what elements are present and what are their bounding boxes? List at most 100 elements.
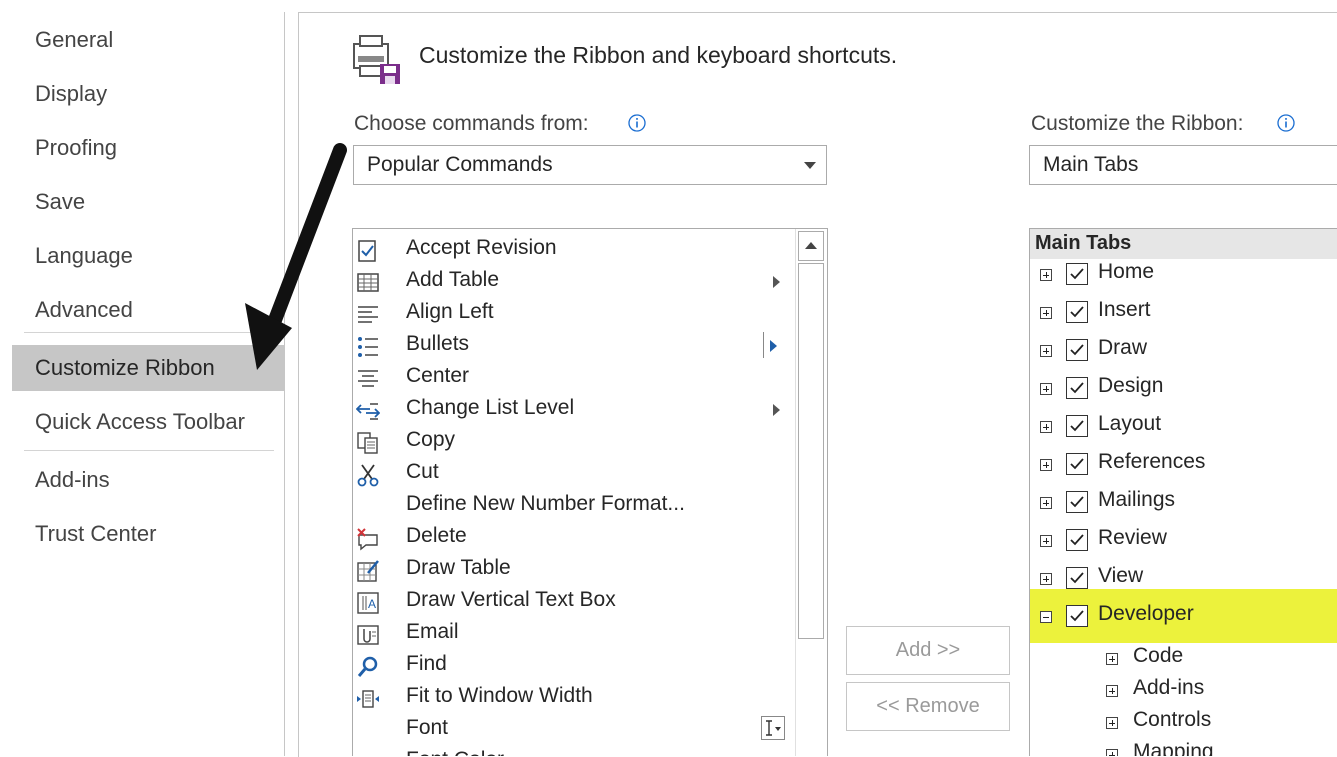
list-item[interactable]: Bullets xyxy=(353,330,793,362)
ribbon-tabs-tree[interactable]: Main Tabs Home Insert Draw Design Layout… xyxy=(1029,228,1337,756)
nav-item-language[interactable]: Language xyxy=(12,233,284,279)
scroll-thumb[interactable] xyxy=(798,263,824,639)
list-item[interactable]: Align Left xyxy=(353,298,793,330)
list-item[interactable]: Draw Table xyxy=(353,554,793,586)
customize-ribbon-dropdown[interactable]: Main Tabs xyxy=(1029,145,1337,185)
checkbox[interactable] xyxy=(1066,567,1088,589)
choose-commands-label-text: Choose commands from: xyxy=(354,112,589,135)
expand-icon[interactable] xyxy=(1040,459,1052,471)
bullets-icon xyxy=(356,335,380,359)
info-icon[interactable] xyxy=(627,113,647,133)
tab-item-label: Insert xyxy=(1098,298,1151,321)
list-item[interactable]: Change List Level xyxy=(353,394,793,426)
expand-icon[interactable] xyxy=(1106,685,1118,697)
email-icon xyxy=(356,623,380,647)
expand-icon[interactable] xyxy=(1040,383,1052,395)
nav-item-display[interactable]: Display xyxy=(12,71,284,117)
remove-button[interactable]: << Remove xyxy=(846,682,1010,731)
expand-icon[interactable] xyxy=(1040,573,1052,585)
tab-item-draw[interactable]: Draw xyxy=(1030,335,1337,373)
tree-header-label: Main Tabs xyxy=(1035,232,1132,254)
tab-item-mailings[interactable]: Mailings xyxy=(1030,487,1337,525)
list-item[interactable]: A Draw Vertical Text Box xyxy=(353,586,793,618)
checkbox[interactable] xyxy=(1066,301,1088,323)
choose-commands-dropdown[interactable]: Popular Commands xyxy=(353,145,827,185)
expand-icon[interactable] xyxy=(1040,345,1052,357)
add-button[interactable]: Add >> xyxy=(846,626,1010,675)
list-item[interactable]: Add Table xyxy=(353,266,793,298)
nav-item-proofing[interactable]: Proofing xyxy=(12,125,284,171)
expand-icon[interactable] xyxy=(1040,497,1052,509)
nav-item-customize-ribbon[interactable]: Customize Ribbon xyxy=(12,345,284,391)
customize-ribbon-value: Main Tabs xyxy=(1043,153,1139,176)
list-item[interactable]: Delete xyxy=(353,522,793,554)
checkbox[interactable] xyxy=(1066,453,1088,475)
checkbox[interactable] xyxy=(1066,605,1088,627)
tab-item-review[interactable]: Review xyxy=(1030,525,1337,563)
nav-item-trust-center[interactable]: Trust Center xyxy=(12,511,284,557)
list-item[interactable]: Font xyxy=(353,714,793,746)
tab-item-label: References xyxy=(1098,450,1206,473)
commands-list[interactable]: Accept Revision Add Table Align Left Bul… xyxy=(352,228,828,756)
svg-text:A: A xyxy=(368,597,376,611)
customize-ribbon-label-text: Customize the Ribbon: xyxy=(1031,112,1244,135)
nav-item-general[interactable]: General xyxy=(12,17,284,63)
checkbox[interactable] xyxy=(1066,263,1088,285)
options-nav: General Display Proofing Save Language A… xyxy=(12,12,285,756)
tab-item-insert[interactable]: Insert xyxy=(1030,297,1337,335)
tree-header: Main Tabs xyxy=(1030,229,1337,259)
checkbox[interactable] xyxy=(1066,491,1088,513)
checkbox[interactable] xyxy=(1066,377,1088,399)
expand-icon[interactable] xyxy=(1106,653,1118,665)
tab-item-label: Review xyxy=(1098,526,1167,549)
list-item[interactable]: A Font Color xyxy=(353,746,793,756)
tab-item-label: Home xyxy=(1098,260,1155,283)
group-item-label: Add-ins xyxy=(1133,676,1205,699)
scrollbar[interactable] xyxy=(795,229,827,756)
tab-item-label: View xyxy=(1098,564,1144,587)
checkbox[interactable] xyxy=(1066,339,1088,361)
checkbox[interactable] xyxy=(1066,529,1088,551)
nav-item-save[interactable]: Save xyxy=(12,179,284,225)
nav-item-advanced[interactable]: Advanced xyxy=(12,287,284,333)
font-box-icon xyxy=(761,716,785,740)
group-item-mapping[interactable]: Mapping xyxy=(1030,739,1337,756)
tab-item-references[interactable]: References xyxy=(1030,449,1337,487)
list-item[interactable]: Cut xyxy=(353,458,793,490)
list-item[interactable]: Email xyxy=(353,618,793,650)
font-color-icon: A xyxy=(356,751,380,756)
expand-icon[interactable] xyxy=(1040,269,1052,281)
expand-icon[interactable] xyxy=(1106,749,1118,756)
list-item[interactable]: Find xyxy=(353,650,793,682)
list-item[interactable]: Define New Number Format... xyxy=(353,490,793,522)
table-icon xyxy=(356,271,380,295)
info-icon[interactable] xyxy=(1276,113,1296,133)
collapse-icon[interactable] xyxy=(1040,611,1052,623)
group-item-label: Mapping xyxy=(1133,740,1214,756)
align-center-icon xyxy=(356,367,380,391)
align-left-icon xyxy=(356,303,380,327)
expand-icon[interactable] xyxy=(1040,535,1052,547)
list-item[interactable]: Accept Revision xyxy=(353,234,793,266)
fit-width-icon xyxy=(356,687,380,711)
expand-icon[interactable] xyxy=(1040,307,1052,319)
expand-icon[interactable] xyxy=(1106,717,1118,729)
list-item[interactable]: Copy xyxy=(353,426,793,458)
tab-item-design[interactable]: Design xyxy=(1030,373,1337,411)
scroll-up-button[interactable] xyxy=(798,231,824,261)
list-item[interactable]: Fit to Window Width xyxy=(353,682,793,714)
tab-item-developer[interactable]: Developer xyxy=(1030,601,1337,639)
copy-icon xyxy=(356,431,380,455)
list-item[interactable]: Center xyxy=(353,362,793,394)
nav-item-add-ins[interactable]: Add-ins xyxy=(12,457,284,503)
tab-item-home[interactable]: Home xyxy=(1030,259,1337,297)
nav-item-quick-access-toolbar[interactable]: Quick Access Toolbar xyxy=(12,399,284,445)
delete-comment-icon xyxy=(356,527,380,551)
checkbox[interactable] xyxy=(1066,415,1088,437)
expand-icon[interactable] xyxy=(1040,421,1052,433)
tab-item-layout[interactable]: Layout xyxy=(1030,411,1337,449)
split-divider xyxy=(763,332,764,358)
group-item-label: Controls xyxy=(1133,708,1212,731)
list-item-label: Cut xyxy=(406,460,439,483)
scroll-up-icon xyxy=(805,242,817,249)
